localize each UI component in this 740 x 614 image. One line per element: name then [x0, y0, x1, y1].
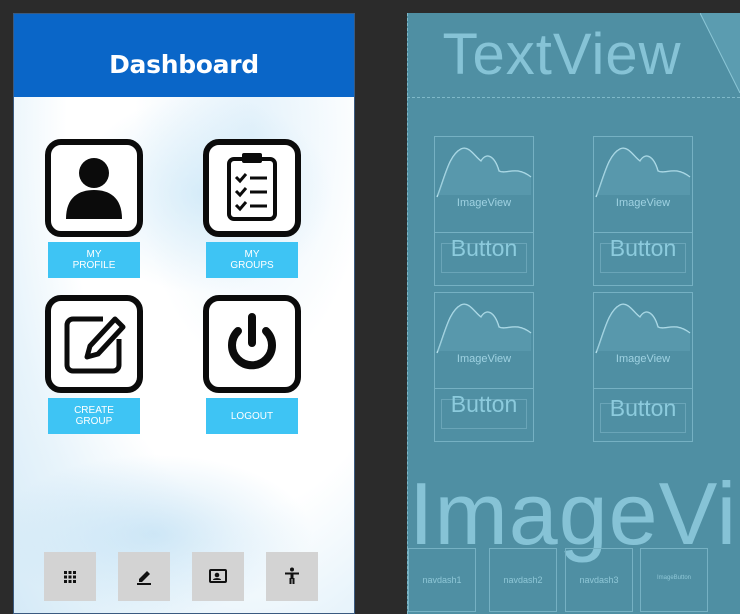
- blueprint-navdash2[interactable]: navdash2: [489, 548, 557, 612]
- blueprint-button[interactable]: Button: [594, 393, 692, 445]
- blueprint-imageview[interactable]: ImageView: [435, 137, 533, 233]
- blueprint-create-group[interactable]: ImageView Button: [434, 292, 534, 442]
- blueprint-nav-label: navdash3: [579, 575, 619, 585]
- blueprint-profile-group[interactable]: ImageView Button: [434, 136, 534, 286]
- app-title-bar: Dashboard: [14, 14, 354, 97]
- my-groups-tile[interactable]: [203, 139, 301, 237]
- blueprint-imagebutton[interactable]: ImageButton: [640, 548, 708, 612]
- blueprint-nav-label: ImageButton: [656, 575, 692, 581]
- blueprint-button-label: Button: [609, 395, 677, 421]
- person-icon: [66, 158, 122, 219]
- blueprint-nav-label: navdash2: [503, 575, 543, 585]
- blueprint-textview[interactable]: TextView: [407, 13, 740, 98]
- blueprint-button-label: Button: [609, 235, 677, 261]
- blueprint-imageview-label: ImageView: [456, 353, 512, 365]
- nav-dashboard-button[interactable]: [44, 552, 96, 601]
- blueprint-groups-group[interactable]: ImageView Button: [593, 136, 693, 286]
- blueprint-nav-label: navdash1: [422, 575, 462, 585]
- logout-button[interactable]: LOGOUT: [206, 398, 298, 434]
- clipboard-checklist-icon: [227, 153, 277, 221]
- logout-tile[interactable]: [203, 295, 301, 393]
- nav-edit-button[interactable]: [118, 552, 170, 601]
- blueprint-textview-label: TextView: [442, 22, 682, 87]
- my-profile-button[interactable]: MY PROFILE: [48, 242, 140, 278]
- blueprint-button[interactable]: Button: [594, 233, 692, 285]
- blueprint-button[interactable]: Button: [435, 233, 533, 285]
- grid-dots-icon: [64, 571, 76, 583]
- blueprint-logout-group[interactable]: ImageView Button: [593, 292, 693, 442]
- blueprint-imageview[interactable]: ImageView: [594, 293, 692, 389]
- blueprint-imageview[interactable]: ImageView: [435, 293, 533, 389]
- create-group-tile[interactable]: [45, 295, 143, 393]
- blueprint-navdash3[interactable]: navdash3: [565, 548, 633, 612]
- blueprint-imageview-label: ImageView: [456, 197, 512, 209]
- blueprint-imageview-label: ImageView: [615, 353, 671, 365]
- blueprint-imageview-label: ImageView: [615, 197, 671, 209]
- nav-accessibility-button[interactable]: [266, 552, 318, 601]
- blueprint-navdash1[interactable]: navdash1: [408, 548, 476, 612]
- create-group-button[interactable]: CREATE GROUP: [48, 398, 140, 434]
- accessibility-icon: [285, 567, 299, 584]
- my-profile-tile[interactable]: [45, 139, 143, 237]
- power-icon: [228, 313, 276, 370]
- design-preview-panel: Dashboard MY PROFILE MY GROUPS CREATE GR…: [13, 13, 355, 614]
- page-title: Dashboard: [109, 50, 259, 79]
- blueprint-button[interactable]: Button: [435, 389, 533, 441]
- pencil-icon: [137, 571, 151, 585]
- edit-square-icon: [64, 316, 126, 374]
- nav-contact-button[interactable]: [192, 552, 244, 601]
- contact-card-icon: [209, 569, 227, 583]
- blueprint-button-label: Button: [450, 235, 518, 261]
- my-groups-button[interactable]: MY GROUPS: [206, 242, 298, 278]
- blueprint-panel: TextView ImageView Button ImageView Butt…: [407, 13, 740, 614]
- blueprint-imageview[interactable]: ImageView: [594, 137, 692, 233]
- blueprint-corner-shape: [700, 13, 740, 93]
- blueprint-button-label: Button: [450, 391, 518, 417]
